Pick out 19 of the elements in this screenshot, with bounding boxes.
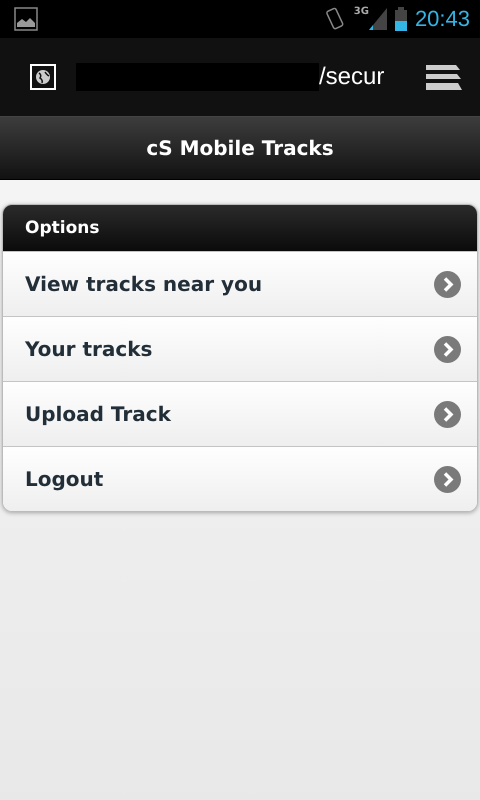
list-item[interactable]: Logout bbox=[3, 446, 477, 511]
vibrate-icon bbox=[324, 7, 346, 31]
list-item[interactable]: View tracks near you bbox=[3, 251, 477, 316]
list-title: Options bbox=[25, 218, 100, 238]
picture-notification-icon bbox=[14, 7, 38, 31]
chevron-icon bbox=[434, 466, 461, 492]
chevron-icon bbox=[434, 270, 461, 298]
globe-icon bbox=[30, 64, 56, 90]
page-title: cS Mobile Tracks bbox=[146, 136, 334, 160]
chevron-icon bbox=[434, 336, 461, 362]
clock-time: 20:43 bbox=[414, 6, 470, 32]
battery-icon bbox=[394, 7, 407, 31]
url-text[interactable]: /secur bbox=[319, 63, 384, 91]
chevron-icon bbox=[434, 400, 461, 428]
signal-icon bbox=[368, 8, 387, 30]
network-type: 3G bbox=[354, 6, 369, 17]
list-item[interactable]: Upload Track bbox=[3, 381, 477, 446]
menu-icon[interactable] bbox=[426, 63, 462, 91]
list-item[interactable]: Your tracks bbox=[3, 316, 477, 381]
